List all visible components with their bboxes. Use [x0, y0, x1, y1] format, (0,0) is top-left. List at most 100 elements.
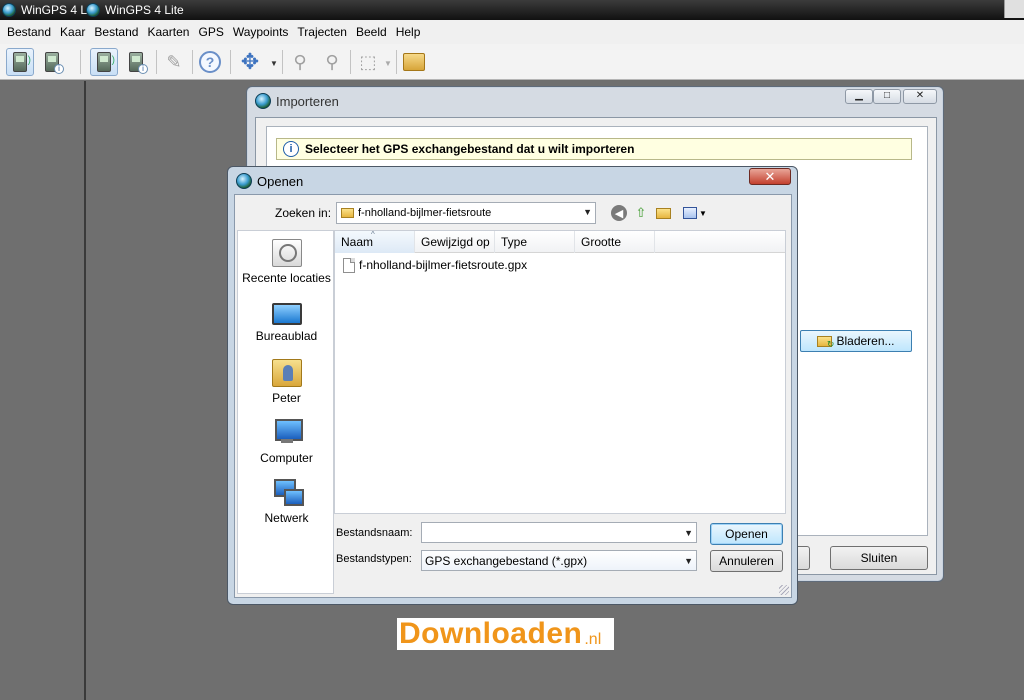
menu-gps[interactable]: GPS [198, 25, 223, 39]
menu-trajecten[interactable]: Trajecten [297, 25, 347, 39]
column-naam[interactable]: ^ Naam [335, 230, 415, 253]
browse-label: Bladeren... [836, 334, 895, 348]
chevron-down-icon: ▼ [699, 208, 707, 218]
column-gewijzigd-op[interactable]: Gewijzigd op [415, 231, 495, 253]
place-network[interactable]: Netwerk [238, 479, 335, 525]
toolbar-divider [192, 50, 193, 74]
back-button[interactable]: ◀ [609, 203, 629, 223]
chevron-down-icon: ▼ [583, 207, 592, 217]
place-desktop[interactable]: Bureaublad [238, 299, 335, 343]
sluiten-label: Sluiten [860, 551, 898, 565]
open-button[interactable]: Openen [710, 523, 783, 545]
place-label: Peter [272, 391, 301, 405]
up-folder-button[interactable]: ⇧ [631, 203, 651, 223]
pen-button[interactable]: ✎ [160, 48, 188, 76]
place-label: Recente locaties [242, 271, 331, 285]
back-arrow-icon: ◀ [611, 205, 627, 221]
lookin-combobox[interactable]: f-nholland-bijlmer-fietsroute ▼ [336, 202, 596, 224]
menu-beeld[interactable]: Beeld [356, 25, 387, 39]
sluiten-button[interactable]: Sluiten [830, 546, 928, 570]
gps-receiver-active-icon [97, 52, 111, 72]
filename-label: Bestandsnaam: [336, 527, 413, 539]
filetype-label: Bestandstypen: [336, 553, 412, 565]
move-button[interactable]: ✥ [236, 48, 264, 76]
main-titlebar: WinGPS 4 L WinGPS 4 Lite [0, 0, 1024, 20]
column-label: Gewijzigd op [421, 235, 490, 249]
help-button[interactable]: ? [196, 48, 224, 76]
zoom-in-icon: ⚲ [293, 51, 307, 72]
gps-receiver-button[interactable]: ) [6, 48, 34, 76]
place-computer[interactable]: Computer [238, 419, 335, 465]
gps-receiver-icon [13, 52, 27, 72]
zoom-out-icon: ⚲ [325, 51, 339, 72]
zoom-in-button[interactable]: ⚲ [286, 48, 314, 76]
taskbar-tab-2[interactable]: WinGPS 4 Lite [86, 2, 184, 18]
move-dropdown-icon[interactable]: ▼ [270, 59, 278, 68]
minimize-button[interactable]: ▁ [845, 89, 873, 104]
place-label: Netwerk [264, 511, 309, 525]
maximize-button[interactable]: □ [873, 89, 901, 104]
toolbar-divider [282, 50, 283, 74]
taskbar-tab-1[interactable]: WinGPS 4 L [2, 2, 87, 18]
column-label: Grootte [581, 235, 622, 249]
frame-button[interactable]: ⬚ [354, 48, 382, 76]
zoom-out-button[interactable]: ⚲ [318, 48, 346, 76]
menu-help[interactable]: Help [396, 25, 421, 39]
toolbar: ) i ) i ✎ ? ✥ ▼ ⚲ ⚲ ⬚ ▼ [0, 44, 1024, 80]
cancel-button[interactable]: Annuleren [710, 550, 783, 572]
toolbar-divider [396, 50, 397, 74]
menu-bestand[interactable]: Bestand [7, 25, 51, 39]
column-type[interactable]: Type [495, 231, 575, 253]
dialog-close-button[interactable]: ✕ [749, 168, 791, 185]
filename-input[interactable]: ▼ [421, 522, 697, 543]
close-button[interactable]: ✕ [903, 89, 937, 104]
open-dialog-client: Zoeken in: f-nholland-bijlmer-fietsroute… [234, 194, 792, 598]
places-bar: Recente locaties Bureaublad Peter Comput… [237, 230, 334, 594]
file-name: f-nholland-bijlmer-fietsroute.gpx [359, 258, 528, 272]
gps-info-button-2[interactable]: i [122, 48, 150, 76]
browse-button[interactable]: Bladeren... [800, 330, 912, 352]
recent-locations-icon [271, 239, 302, 267]
window-button[interactable] [1004, 0, 1024, 18]
new-folder-button[interactable] [655, 203, 675, 223]
place-recent[interactable]: Recente locaties [238, 239, 335, 285]
desktop-icon [271, 303, 302, 325]
menu-waypoints[interactable]: Waypoints [233, 25, 289, 39]
tab-label: WinGPS 4 L [21, 3, 88, 17]
menu-kaar[interactable]: Kaar [60, 25, 85, 39]
user-folder-icon [271, 359, 302, 387]
frame-dropdown-icon[interactable]: ▼ [384, 59, 392, 68]
column-label: Type [501, 235, 528, 249]
place-user[interactable]: Peter [238, 359, 335, 405]
gps-info-button[interactable]: i [38, 48, 66, 76]
menu-bestand-2[interactable]: Bestand [94, 25, 138, 39]
toolbar-divider [230, 50, 231, 74]
toolbar-divider [350, 50, 351, 74]
file-list[interactable]: ^ Naam Gewijzigd op Type Grootte f-nholl… [334, 230, 786, 514]
menu-kaarten[interactable]: Kaarten [147, 25, 189, 39]
frame-icon: ⬚ [359, 51, 377, 72]
signal-icon: ) [27, 55, 31, 66]
folder-icon [341, 208, 354, 218]
close-icon: ✕ [764, 168, 776, 184]
column-label: Naam [341, 235, 374, 249]
views-icon [683, 207, 698, 219]
folder-icon [817, 335, 834, 350]
lookin-value: f-nholland-bijlmer-fietsroute [358, 207, 492, 219]
new-folder-icon [655, 207, 671, 219]
filetype-select[interactable]: GPS exchangebestand (*.gpx) ▼ [421, 550, 697, 571]
list-item[interactable]: f-nholland-bijlmer-fietsroute.gpx [343, 256, 527, 274]
wingps-logo-icon [86, 3, 100, 17]
gps-receiver-active-button[interactable]: ) [90, 48, 118, 76]
wingps-logo-icon [236, 173, 252, 189]
box-button[interactable] [400, 48, 428, 76]
sort-ascending-icon: ^ [371, 230, 375, 239]
file-icon [343, 257, 355, 273]
watermark-tld: .nl [584, 631, 602, 648]
open-dialog: Openen ✕ Zoeken in: f-nholland-bijlmer-f… [227, 166, 798, 605]
views-menu-button[interactable]: ▼ [681, 203, 709, 223]
resize-grip-icon[interactable] [779, 585, 789, 595]
toolbar-divider [80, 50, 81, 74]
file-list-header: ^ Naam Gewijzigd op Type Grootte [335, 230, 785, 253]
column-grootte[interactable]: Grootte [575, 231, 655, 253]
